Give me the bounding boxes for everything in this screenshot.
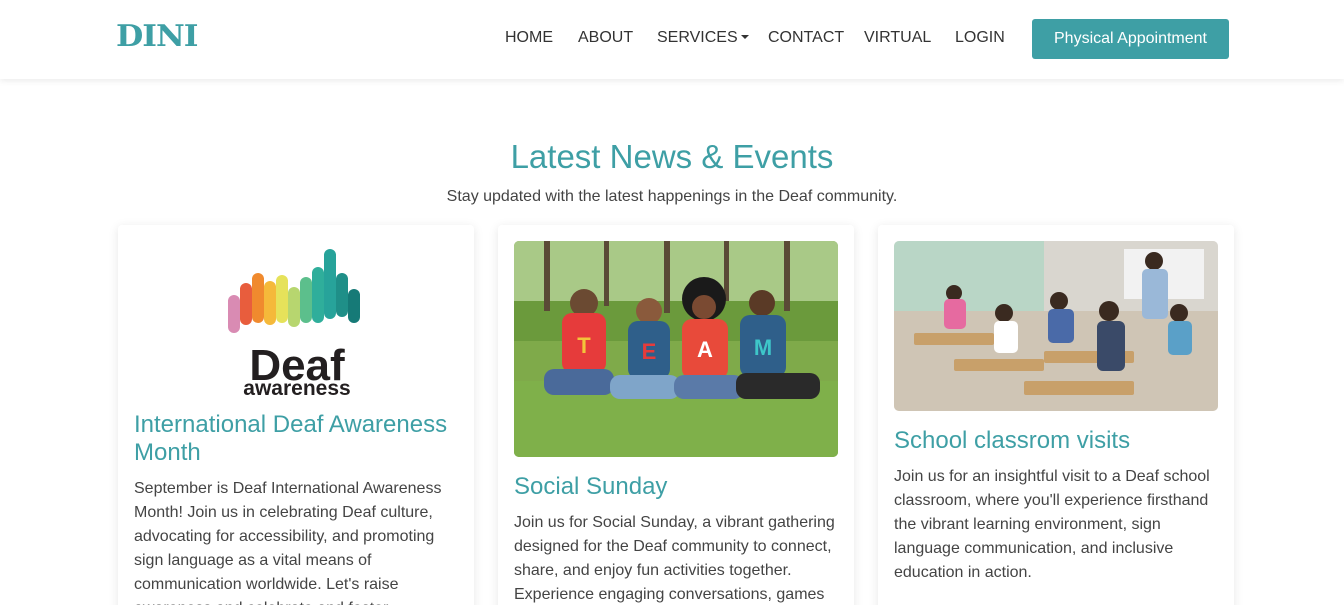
news-card-classroom-visits[interactable]: School classrom visits Join us for an in…: [878, 225, 1234, 605]
card-title[interactable]: School classrom visits: [894, 427, 1224, 455]
social-sunday-photo: T E A M: [514, 241, 838, 457]
news-card-social-sunday[interactable]: T E A M Social Sunday Join us for Social…: [498, 225, 854, 605]
shirt-letter-a: A: [697, 337, 713, 362]
nav-home-link[interactable]: HOME: [505, 29, 553, 47]
site-logo[interactable]: DINI: [116, 19, 198, 54]
nav-services-dropdown[interactable]: SERVICES: [657, 29, 749, 47]
card-title[interactable]: Social Sunday: [514, 473, 844, 501]
shirt-letter-e: E: [642, 339, 657, 364]
nav-login-link[interactable]: LOGIN: [955, 29, 1005, 47]
navbar: DINI HOME ABOUT SERVICES CONTACT VIRTUAL…: [0, 0, 1344, 79]
nav-about-link[interactable]: ABOUT: [578, 29, 633, 47]
news-card-deaf-awareness[interactable]: Deaf awareness International Deaf Awaren…: [118, 225, 474, 605]
nav-services-label: SERVICES: [657, 29, 738, 46]
shirt-letter-t: T: [577, 333, 591, 358]
card-text: Join us for an insightful visit to a Dea…: [894, 468, 1210, 581]
card-title[interactable]: International Deaf Awareness Month: [134, 411, 464, 467]
section-title: Latest News & Events: [510, 138, 834, 175]
deaf-awareness-logo-image: Deaf awareness: [222, 247, 372, 400]
nav-contact-link[interactable]: CONTACT: [768, 29, 844, 47]
physical-appointment-button[interactable]: Physical Appointment: [1032, 19, 1229, 59]
nav-virtual-link[interactable]: VIRTUAL: [864, 29, 931, 47]
shirt-letter-m: M: [754, 335, 772, 360]
section-subtitle: Stay updated with the latest happenings …: [446, 188, 898, 205]
awareness-logo-text: awareness: [243, 377, 350, 397]
card-text: September is Deaf International Awarenes…: [134, 480, 442, 605]
classroom-photo: [894, 241, 1218, 411]
caret-down-icon: [740, 35, 749, 39]
card-text: Join us for Social Sunday, a vibrant gat…: [514, 514, 835, 603]
